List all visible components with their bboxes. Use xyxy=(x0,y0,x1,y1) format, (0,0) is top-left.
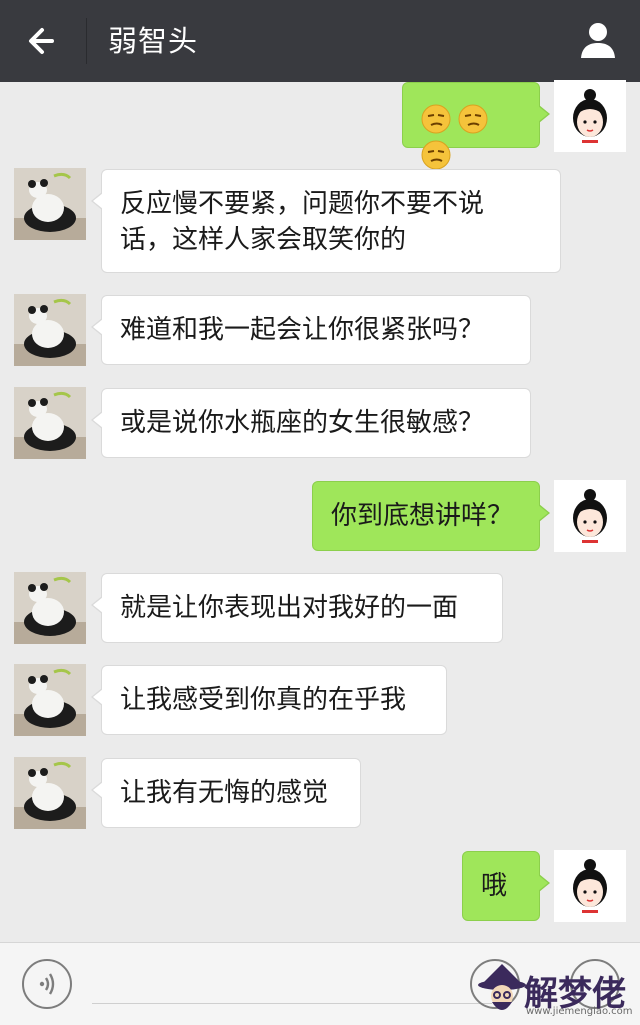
message-text: 让我有无悔的感觉 xyxy=(120,778,329,808)
message-text: 反应慢不要紧，问题你不要不说 xyxy=(120,189,485,219)
message-bubble-sent[interactable] xyxy=(402,82,550,169)
message-input[interactable] xyxy=(92,1003,492,1004)
smirk-emoji-icon xyxy=(421,104,451,133)
message-bubble-received[interactable]: 让我感受到你真的在乎我 xyxy=(91,665,447,735)
chat-header: 弱智头 xyxy=(0,0,640,82)
watermark-url: www.jiemenglao.com xyxy=(526,1006,633,1017)
chat-title: 弱智头 xyxy=(108,24,199,58)
panda-avatar[interactable] xyxy=(14,168,86,240)
person-icon xyxy=(581,23,615,58)
message-text: 难道和我一起会让你很紧张吗？ xyxy=(120,315,485,345)
panda-avatar[interactable] xyxy=(14,572,86,644)
message-bubble-received[interactable]: 就是让你表现出对我好的一面 xyxy=(91,573,503,643)
wizard-logo-icon xyxy=(478,964,526,1010)
girl-avatar[interactable] xyxy=(554,480,626,552)
back-button[interactable] xyxy=(22,20,66,62)
header-divider xyxy=(86,18,87,64)
message-text: 或是说你水瓶座的女生很敏感？ xyxy=(120,408,485,438)
message-bubble-received[interactable]: 或是说你水瓶座的女生很敏感？ xyxy=(91,388,531,458)
chat-info-button[interactable] xyxy=(576,18,620,62)
girl-avatar[interactable] xyxy=(554,850,626,922)
girl-avatar[interactable] xyxy=(554,80,626,152)
message-bubble-sent[interactable]: 你到底想讲咩？ xyxy=(312,481,550,551)
voice-button[interactable] xyxy=(22,959,72,1009)
message-text: 你到底想讲咩？ xyxy=(331,501,514,531)
smirk-emoji-icon xyxy=(458,104,488,133)
arrow-left-icon xyxy=(29,28,54,54)
panda-avatar[interactable] xyxy=(14,387,86,459)
message-bubble-received[interactable]: 让我有无悔的感觉 xyxy=(91,758,361,828)
watermark: 解梦佬 www.jiemenglao.com xyxy=(476,960,636,1022)
message-bubble-received[interactable]: 难道和我一起会让你很紧张吗？ xyxy=(91,295,531,365)
smirk-emoji-icon xyxy=(421,140,451,169)
message-text: 话，这样人家会取笑你的 xyxy=(120,225,407,255)
message-text: 让我感受到你真的在乎我 xyxy=(120,685,407,715)
panda-avatar[interactable] xyxy=(14,294,86,366)
panda-avatar[interactable] xyxy=(14,664,86,736)
message-text: 就是让你表现出对我好的一面 xyxy=(120,593,459,623)
message-bubble-sent[interactable]: 哦 xyxy=(462,851,550,921)
message-bubble-received[interactable]: 反应慢不要紧，问题你不要不说 话，这样人家会取笑你的 xyxy=(91,169,561,273)
message-text: 哦 xyxy=(481,871,508,901)
voice-icon xyxy=(39,973,55,995)
panda-avatar[interactable] xyxy=(14,757,86,829)
